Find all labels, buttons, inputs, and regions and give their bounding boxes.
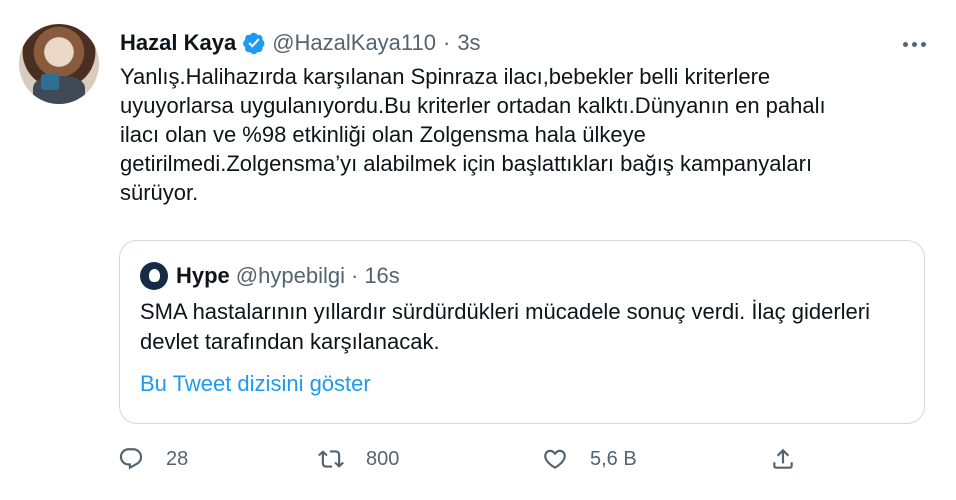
show-thread-link[interactable]: Bu Tweet dizisini göster bbox=[140, 371, 371, 397]
share-button[interactable] bbox=[770, 444, 796, 474]
heart-icon bbox=[544, 449, 566, 469]
quoted-tweet[interactable]: Hype @hypebilgi · 16s SMA hastalarının y… bbox=[119, 240, 925, 424]
retweet-icon bbox=[318, 450, 344, 468]
separator-dot: · bbox=[442, 30, 451, 55]
tweet: Hazal Kaya @HazalKaya110 · 3s Yanlış.Hal… bbox=[0, 0, 956, 500]
share-icon bbox=[773, 448, 793, 469]
quoted-tweet-text: SMA hastalarının yıllardır sürdürdükleri… bbox=[140, 299, 870, 354]
quoted-author-avatar bbox=[140, 262, 168, 290]
tweet-time[interactable]: 3s bbox=[457, 30, 480, 56]
quoted-tweet-time: 16s bbox=[364, 263, 400, 288]
author-handle[interactable]: @HazalKaya110 bbox=[272, 30, 436, 56]
reply-count: 28 bbox=[166, 447, 189, 470]
tweet-header: Hazal Kaya @HazalKaya110 · 3s bbox=[120, 28, 481, 58]
tweet-actions: 28 800 5,6 B bbox=[118, 444, 808, 474]
like-button[interactable]: 5,6 B bbox=[542, 444, 637, 474]
author-name[interactable]: Hazal Kaya bbox=[120, 30, 236, 56]
reply-icon bbox=[119, 448, 143, 470]
author-avatar[interactable] bbox=[19, 24, 99, 104]
reply-button[interactable]: 28 bbox=[118, 444, 188, 474]
like-count: 5,6 B bbox=[590, 447, 637, 470]
retweet-button[interactable]: 800 bbox=[318, 444, 399, 474]
quoted-tweet-header: Hype @hypebilgi · 16s bbox=[140, 262, 400, 290]
tweet-text: Yanlış.Halihazırda karşılanan Spinraza i… bbox=[120, 64, 826, 205]
retweet-count: 800 bbox=[366, 447, 400, 470]
more-options-icon[interactable] bbox=[896, 30, 932, 58]
verified-badge-icon bbox=[243, 32, 265, 55]
quoted-separator-dot: · bbox=[350, 263, 359, 288]
quoted-author-name: Hype bbox=[176, 263, 230, 288]
quoted-author-handle: @hypebilgi bbox=[235, 263, 345, 288]
